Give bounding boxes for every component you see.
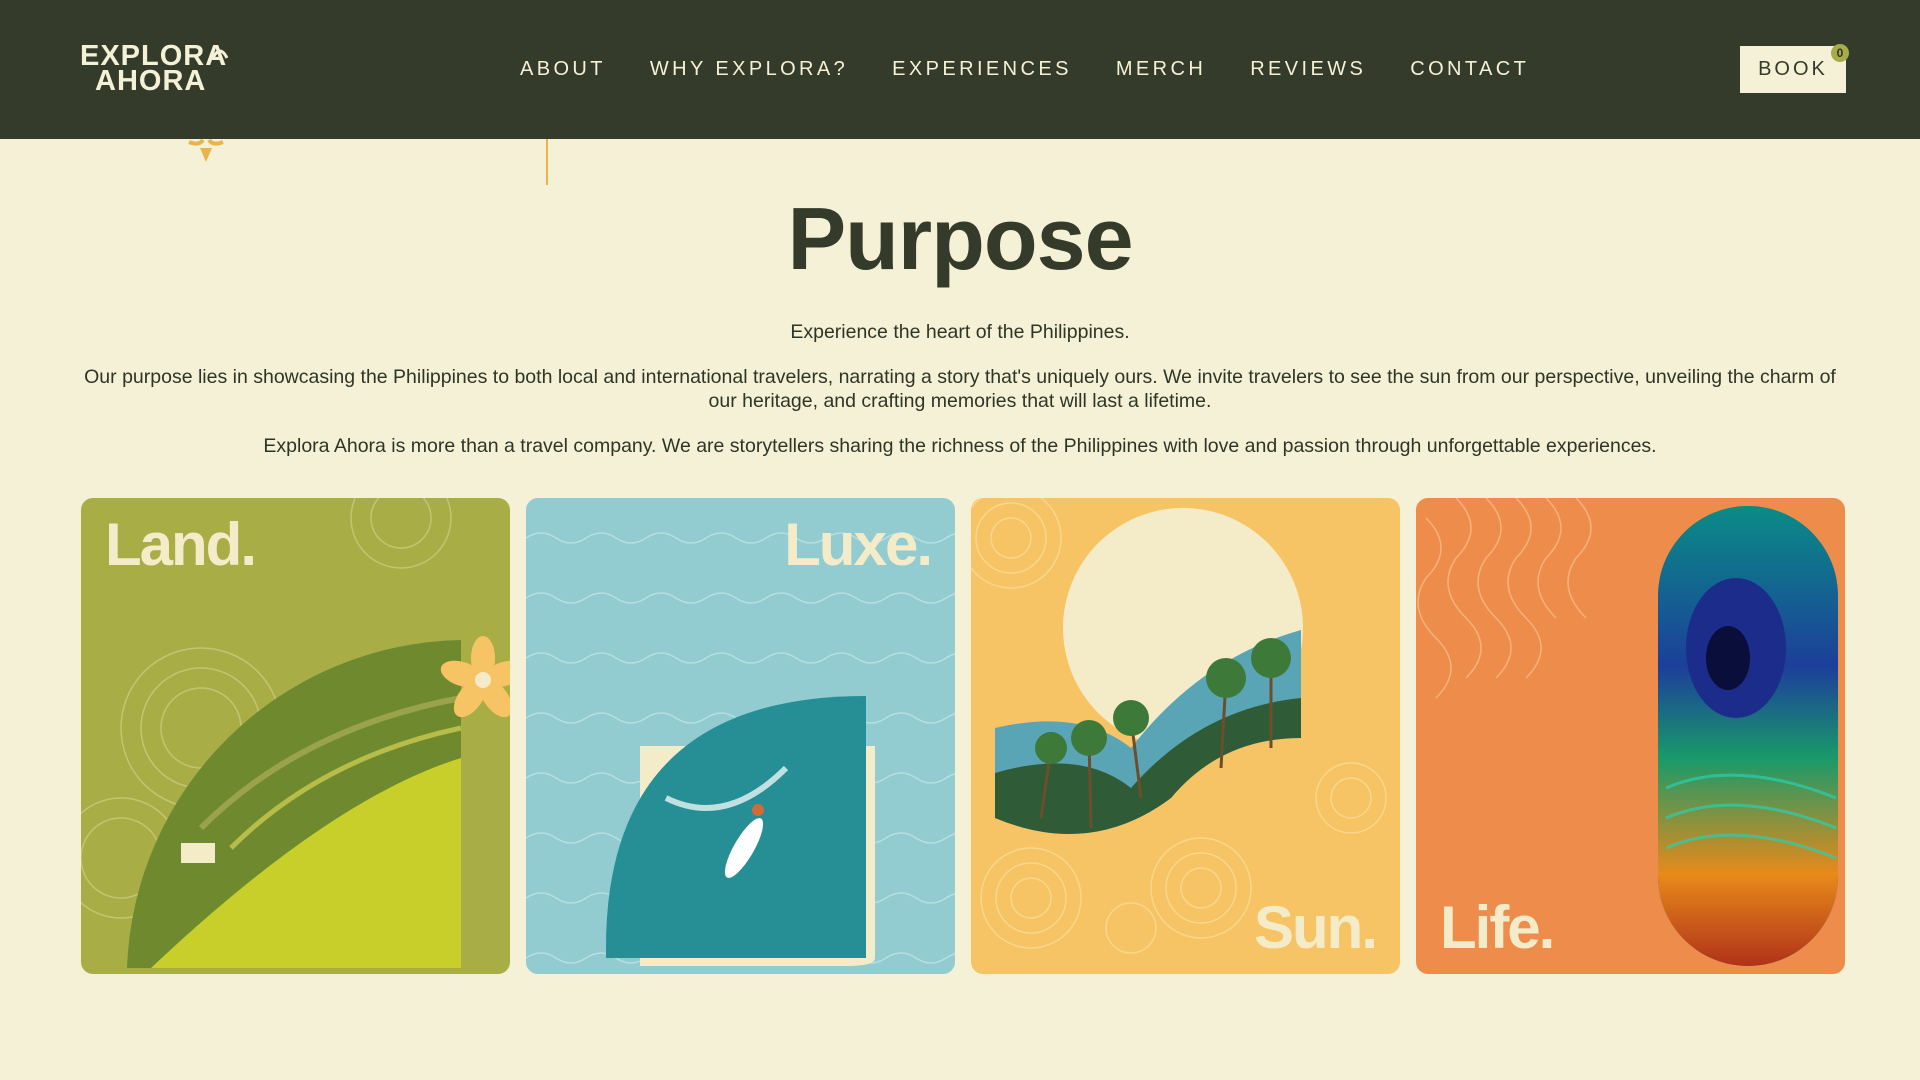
nav-about[interactable]: ABOUT: [520, 52, 606, 86]
nav-experiences[interactable]: EXPERIENCES: [892, 52, 1072, 86]
explora-ahora-logo[interactable]: EXPLORA AHORA: [80, 42, 230, 100]
top-navigation-bar: EXPLORA AHORA ABOUT WHY EXPLORA? EXPERIE…: [0, 0, 1920, 139]
nav-contact[interactable]: CONTACT: [1410, 52, 1529, 86]
divider-line-decoration: [546, 139, 548, 185]
nav-why-explora[interactable]: WHY EXPLORA?: [650, 52, 848, 86]
card-land-label: Land.: [105, 511, 257, 578]
purpose-subtitle: Experience the heart of the Philippines.: [790, 321, 1130, 343]
card-land[interactable]: Land.: [81, 498, 510, 974]
card-luxe-label: Luxe.: [784, 511, 933, 578]
purpose-paragraph-2: Explora Ahora is more than a travel comp…: [263, 435, 1657, 457]
page-title: Purpose: [787, 189, 1133, 288]
card-luxe[interactable]: Luxe.: [526, 498, 955, 974]
star-decoration-icon: [188, 138, 224, 162]
nav-merch[interactable]: MERCH: [1116, 52, 1206, 86]
cart-count-badge: 0: [1831, 44, 1849, 62]
purpose-paragraph-1: Our purpose lies in showcasing the Phili…: [84, 366, 1836, 412]
card-sun[interactable]: Sun.: [971, 498, 1400, 974]
card-life[interactable]: Life.: [1416, 498, 1845, 974]
main-nav: ABOUT WHY EXPLORA? EXPERIENCES MERCH REV…: [498, 52, 1551, 86]
card-life-label: Life.: [1440, 894, 1555, 961]
sun-arc-icon: [211, 49, 229, 59]
nav-reviews[interactable]: REVIEWS: [1250, 52, 1366, 86]
card-sun-label: Sun.: [1254, 894, 1378, 961]
logo-line-2: AHORA: [95, 65, 207, 97]
